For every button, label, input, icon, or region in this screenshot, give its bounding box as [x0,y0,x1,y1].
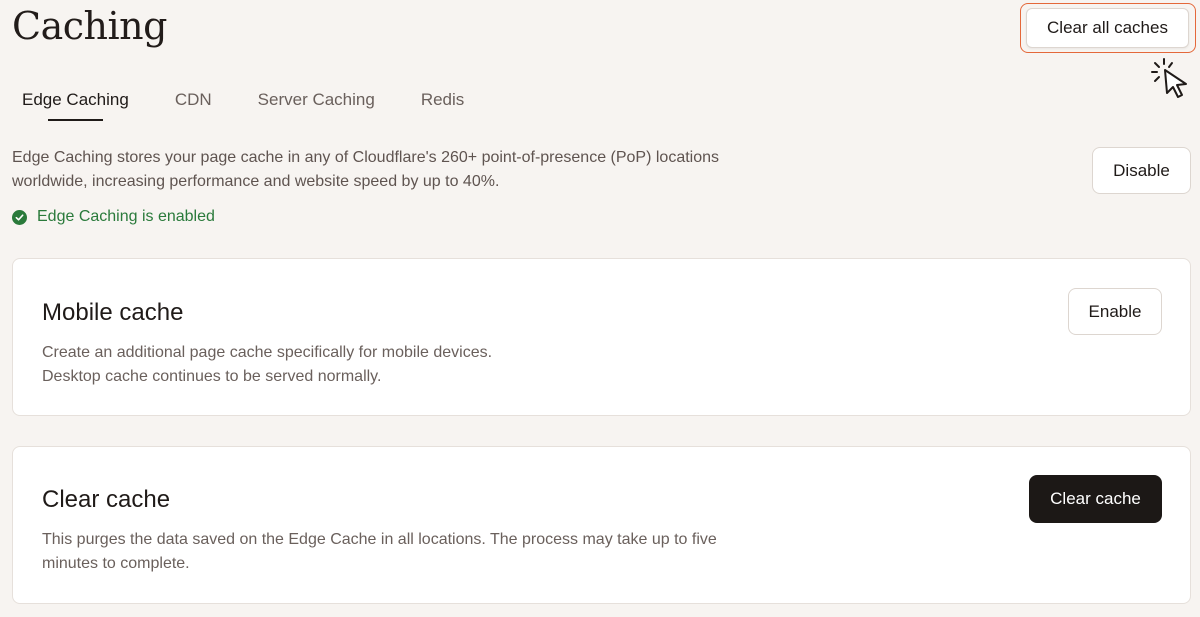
clear-desc-line-1: This purges the data saved on the Edge C… [42,531,717,548]
disable-button[interactable]: Disable [1092,147,1191,194]
edge-caching-description: Edge Caching stores your page cache in a… [12,146,832,194]
tab-edge-caching[interactable]: Edge Caching [22,90,129,121]
clear-desc-line-2: minutes to complete. [42,555,190,572]
clear-cache-description: This purges the data saved on the Edge C… [42,528,717,576]
mobile-cache-title: Mobile cache [42,299,184,326]
description-line-2: worldwide, increasing performance and we… [12,173,500,190]
tab-bar: Edge Caching CDN Server Caching Redis [22,90,510,121]
pointer-cursor-icon [1151,58,1187,98]
clear-all-focus-ring: Clear all caches [1020,3,1196,53]
clear-cache-button[interactable]: Clear cache [1029,475,1162,523]
enable-mobile-cache-button[interactable]: Enable [1068,288,1162,335]
clear-cache-card: Clear cache This purges the data saved o… [12,446,1191,604]
tab-server-caching[interactable]: Server Caching [258,90,375,120]
mobile-desc-line-2: Desktop cache continues to be served nor… [42,368,382,385]
mobile-cache-card: Mobile cache Create an additional page c… [12,258,1191,416]
mobile-desc-line-1: Create an additional page cache specific… [42,344,493,361]
clear-cache-title: Clear cache [42,486,171,513]
status-text: Edge Caching is enabled [37,208,215,225]
page-title: Caching [12,4,167,48]
tab-redis[interactable]: Redis [421,90,464,120]
status-indicator: Edge Caching is enabled [12,208,215,226]
check-circle-icon [12,209,27,225]
description-line-1: Edge Caching stores your page cache in a… [12,149,720,166]
mobile-cache-description: Create an additional page cache specific… [42,341,492,389]
tab-cdn[interactable]: CDN [175,90,212,120]
clear-all-caches-button[interactable]: Clear all caches [1026,8,1189,48]
